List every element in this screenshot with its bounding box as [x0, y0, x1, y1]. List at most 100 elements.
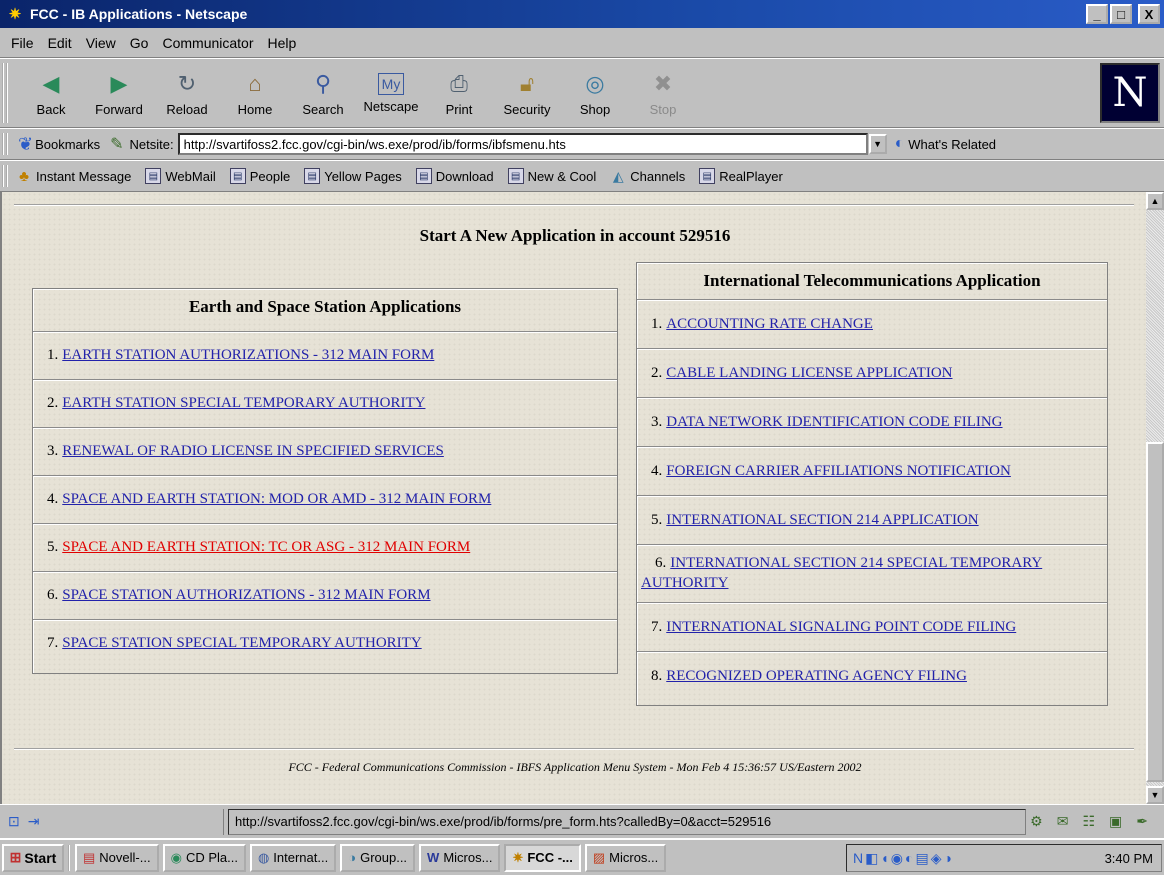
security-button[interactable]: 🔓︎ Security: [494, 63, 560, 123]
realplayer-button[interactable]: ▤ RealPlayer: [699, 168, 783, 184]
scrollbar-thumb[interactable]: [1146, 442, 1164, 782]
menu-go[interactable]: Go: [123, 35, 156, 51]
task-micros-powerpoint[interactable]: ▨ Micros...: [584, 843, 667, 872]
url-input[interactable]: http://svartifoss2.fcc.gov/cgi-bin/ws.ex…: [177, 133, 868, 155]
menu-edit[interactable]: Edit: [41, 35, 79, 51]
start-button[interactable]: ⊞ Start: [2, 843, 64, 872]
bookmarks-icon: ❦: [18, 133, 34, 154]
application-link[interactable]: ACCOUNTING RATE CHANGE: [666, 316, 873, 333]
print-icon: ⎙: [450, 70, 468, 96]
stop-button[interactable]: ✖ Stop: [630, 63, 696, 123]
instant-message-button[interactable]: ♣ Instant Message: [16, 168, 131, 185]
mail-icon[interactable]: ✉: [1057, 813, 1069, 830]
netscape-button[interactable]: My Netscape: [358, 63, 424, 123]
application-link[interactable]: INTERNATIONAL SIGNALING POINT CODE FILIN…: [666, 619, 1016, 636]
list-item: 1. EARTH STATION AUTHORIZATIONS - 312 MAI…: [33, 331, 617, 379]
status-bar: ⊡ ⇥ http://svartifoss2.fcc.gov/cgi-bin/w…: [0, 804, 1164, 838]
composer-icon[interactable]: ✒: [1136, 813, 1148, 830]
application-link[interactable]: EARTH STATION SPECIAL TEMPORARY AUTHORIT…: [62, 395, 425, 412]
scroll-down-button[interactable]: ▼: [1146, 786, 1164, 804]
toolbar-grip[interactable]: [2, 165, 8, 187]
task-group[interactable]: ◑ Group...: [340, 843, 416, 872]
task-label: Internat...: [273, 850, 329, 865]
close-button[interactable]: X: [1138, 4, 1160, 24]
shop-button[interactable]: ◎ Shop: [562, 63, 628, 123]
yellow-pages-button[interactable]: ▤ Yellow Pages: [304, 168, 402, 184]
search-button[interactable]: ⚲ Search: [290, 63, 356, 123]
location-toolbar: ❦ Bookmarks ✎ Netsite: http://svartifoss…: [0, 128, 1164, 160]
groupwise-icon: ◑: [348, 850, 357, 865]
application-link[interactable]: INTERNATIONAL SECTION 214 APPLICATION: [666, 512, 978, 529]
list-item: 6. INTERNATIONAL SECTION 214 SPECIAL TEMP…: [637, 544, 1107, 602]
bookmark-page-icon: ▤: [699, 168, 716, 184]
vertical-scrollbar[interactable]: ▲ ▼: [1146, 192, 1164, 804]
channels-button[interactable]: ◭ Channels: [610, 168, 685, 184]
application-link[interactable]: EARTH STATION AUTHORIZATIONS - 312 MAIN …: [62, 347, 434, 364]
newsgroup-icon[interactable]: ☷: [1082, 813, 1095, 830]
application-link[interactable]: DATA NETWORK IDENTIFICATION CODE FILING: [666, 414, 1002, 431]
netscape-logo[interactable]: N: [1100, 63, 1160, 123]
list-item: 4. FOREIGN CARRIER AFFILIATIONS NOTIFICAT…: [637, 446, 1107, 495]
list-item: 5. INTERNATIONAL SECTION 214 APPLICATION: [637, 495, 1107, 544]
whats-related-button[interactable]: What's Related: [908, 137, 996, 152]
menu-file[interactable]: File: [4, 35, 41, 51]
menu-help[interactable]: Help: [261, 35, 304, 51]
system-tray: N◧◖◉◐▤◈◑ 3:40 PM: [846, 844, 1162, 872]
task-internat[interactable]: ◍ Internat...: [249, 843, 337, 872]
application-link[interactable]: RECOGNIZED OPERATING AGENCY FILING: [666, 668, 967, 685]
minimize-button[interactable]: _: [1086, 4, 1108, 24]
task-label: Micros...: [609, 850, 659, 865]
tray-icons[interactable]: N◧◖◉◐▤◈◑: [853, 850, 954, 867]
earth-space-panel-title: Earth and Space Station Applications: [188, 297, 462, 316]
new-and-cool-button[interactable]: ▤ New & Cool: [507, 168, 596, 184]
task-novell[interactable]: ▤ Novell-...: [75, 843, 159, 872]
address-book-icon[interactable]: ▣: [1109, 813, 1122, 830]
application-link[interactable]: INTERNATIONAL SECTION 214 SPECIAL TEMPOR…: [641, 555, 1042, 591]
reload-button[interactable]: ↻ Reload: [154, 63, 220, 123]
application-link[interactable]: SPACE STATION SPECIAL TEMPORARY AUTHORIT…: [62, 635, 421, 652]
bookmark-page-icon: ▤: [415, 168, 432, 184]
home-icon: ⌂: [248, 70, 262, 96]
application-link[interactable]: FOREIGN CARRIER AFFILIATIONS NOTIFICATIO…: [666, 463, 1011, 480]
download-button[interactable]: ▤ Download: [415, 168, 494, 184]
maximize-button[interactable]: □: [1110, 4, 1132, 24]
item-number: 6.: [47, 587, 59, 603]
menu-bar: File Edit View Go Communicator Help: [0, 28, 1164, 58]
international-panel-title: International Telecommunications Applica…: [703, 271, 1041, 290]
menu-communicator[interactable]: Communicator: [155, 35, 260, 51]
forward-button[interactable]: ▶ Forward: [86, 63, 152, 123]
task-micros-word[interactable]: W Micros...: [419, 843, 501, 872]
url-dropdown-button[interactable]: ▼: [868, 134, 887, 154]
download-label: Download: [435, 168, 494, 184]
list-item: 1. ACCOUNTING RATE CHANGE: [637, 299, 1107, 348]
people-label: People: [249, 168, 291, 184]
list-item: 7. SPACE STATION SPECIAL TEMPORARY AUTHOR…: [33, 619, 617, 667]
word-icon: W: [427, 850, 440, 865]
security-lock-icon[interactable]: ⊡: [8, 813, 20, 830]
clock[interactable]: 3:40 PM: [1105, 851, 1153, 866]
navigator-icon[interactable]: ⚙: [1030, 813, 1043, 830]
chevron-down-icon: ▼: [873, 139, 883, 149]
scroll-up-button[interactable]: ▲: [1146, 192, 1164, 210]
print-button[interactable]: ⎙ Print: [426, 63, 492, 123]
menu-view[interactable]: View: [79, 35, 123, 51]
netscape-label: Netscape: [363, 98, 419, 114]
application-link[interactable]: SPACE AND EARTH STATION: MOD OR AMD - 31…: [62, 491, 491, 508]
people-button[interactable]: ▤ People: [229, 168, 291, 184]
netscape-app-icon[interactable]: ✷: [6, 5, 24, 23]
application-link[interactable]: SPACE STATION AUTHORIZATIONS - 312 MAIN …: [62, 587, 430, 604]
application-link-active[interactable]: SPACE AND EARTH STATION: TC OR ASG - 312…: [62, 539, 470, 556]
back-button[interactable]: ◀ Back: [18, 63, 84, 123]
application-link[interactable]: CABLE LANDING LICENSE APPLICATION: [666, 365, 952, 382]
toolbar-grip[interactable]: [2, 133, 8, 155]
application-link[interactable]: RENEWAL OF RADIO LICENSE IN SPECIFIED SE…: [62, 443, 444, 460]
home-button[interactable]: ⌂ Home: [222, 63, 288, 123]
bookmarks-button[interactable]: Bookmarks: [35, 137, 100, 152]
webmail-button[interactable]: ▤ WebMail: [145, 168, 216, 184]
netsite-icon[interactable]: ✎: [110, 134, 123, 154]
task-cd-player[interactable]: ◉ CD Pla...: [162, 843, 246, 872]
task-fcc-netscape[interactable]: ✷ FCC -...: [504, 843, 581, 872]
title-bar: ✷ FCC - IB Applications - Netscape _ □ X: [0, 0, 1164, 28]
toolbar-grip[interactable]: [2, 63, 8, 123]
shop-icon: ◎: [585, 70, 605, 96]
